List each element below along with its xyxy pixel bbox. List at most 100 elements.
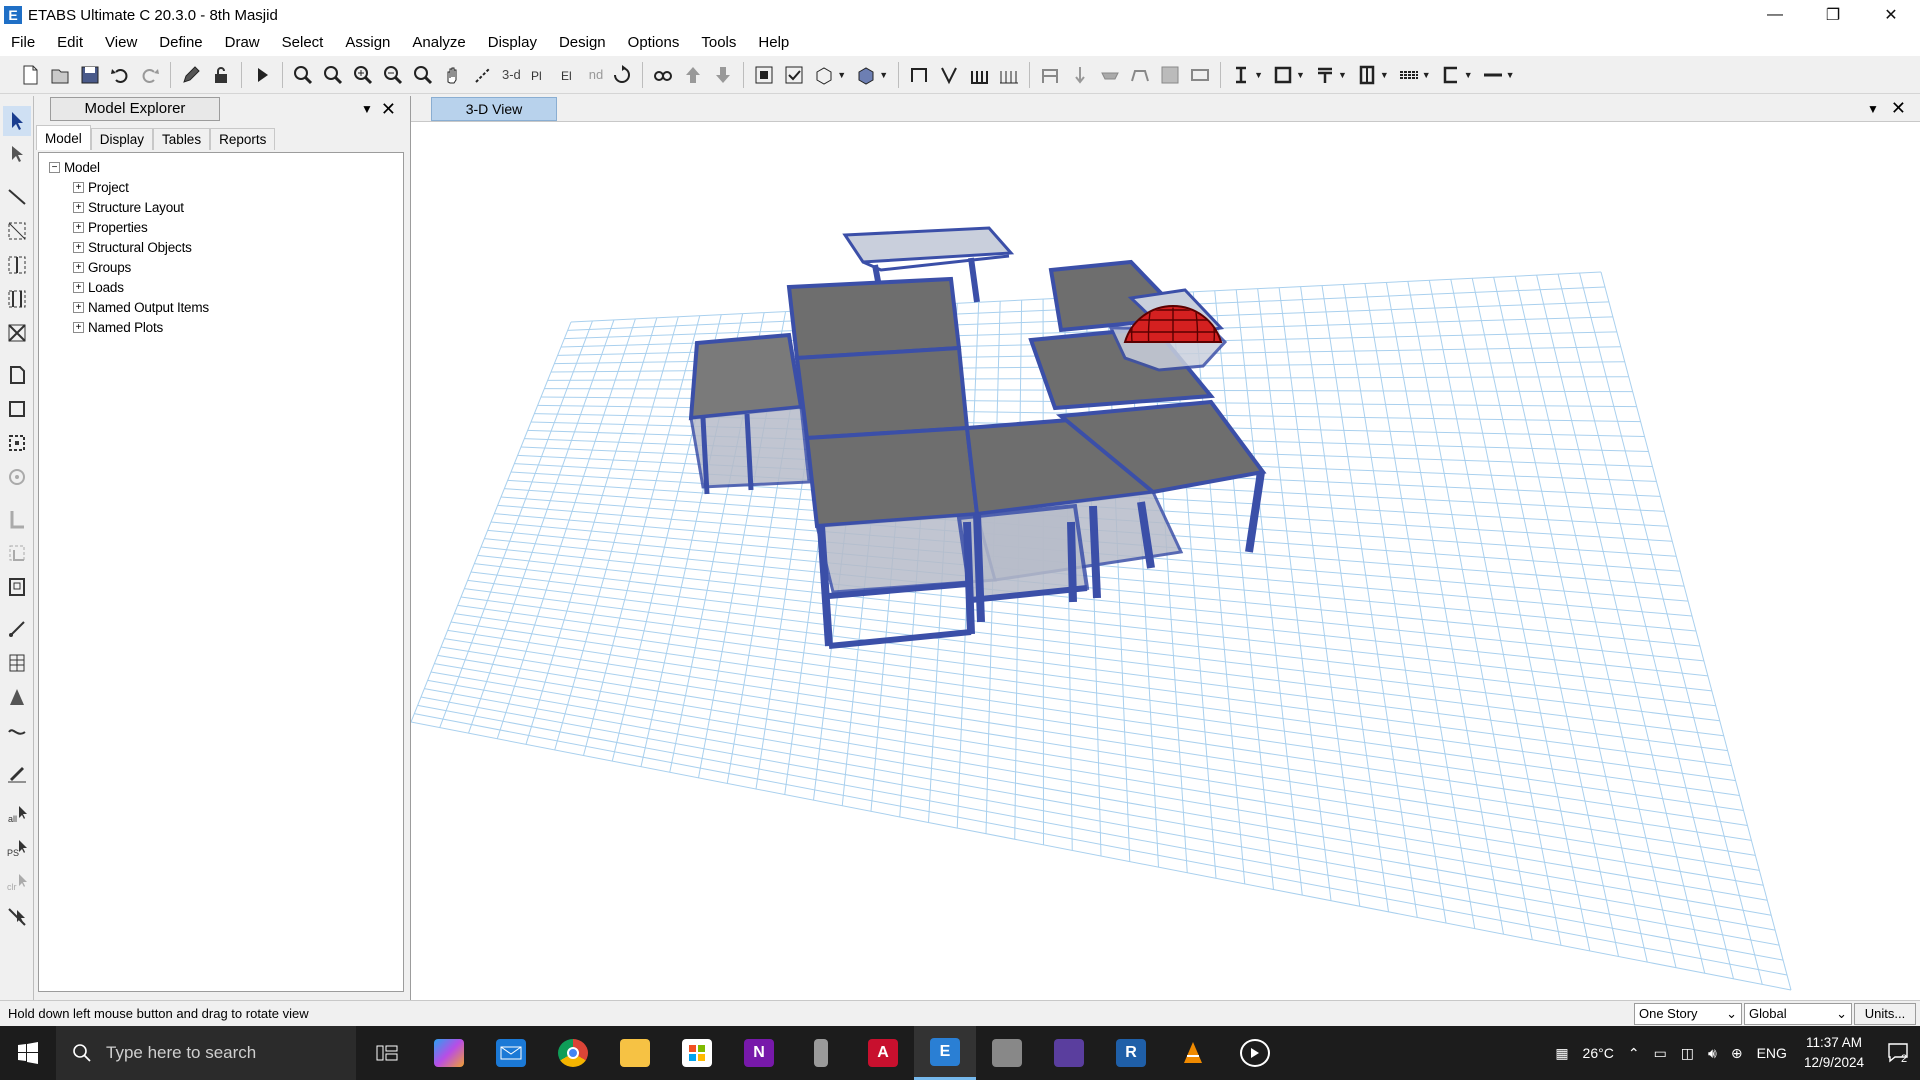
menu-options[interactable]: Options [617, 30, 691, 56]
menu-file[interactable]: File [0, 30, 46, 56]
lock-icon[interactable] [207, 60, 235, 90]
taskbar-app-chrome[interactable] [542, 1026, 604, 1080]
section-column-icon[interactable] [1353, 60, 1381, 90]
minimize-button[interactable]: — [1746, 0, 1804, 30]
chevron-down-icon[interactable]: ▼ [1296, 70, 1305, 80]
select-previous-icon[interactable]: PS [3, 834, 31, 864]
chevron-down-icon[interactable]: ▼ [1506, 70, 1515, 80]
3d-model-canvas[interactable] [411, 122, 1920, 1000]
chevron-down-icon[interactable]: ▼ [837, 70, 846, 80]
expand-icon[interactable]: + [73, 301, 84, 313]
tree-item-properties[interactable]: + Properties [39, 217, 403, 237]
taskbar-app-onenote[interactable]: N [728, 1026, 790, 1080]
object-shrink-icon[interactable] [750, 60, 778, 90]
section-t-icon[interactable] [1311, 60, 1339, 90]
view-menu-chevron-icon[interactable]: ▼ [1867, 102, 1879, 116]
extrude-view-icon[interactable] [810, 60, 838, 90]
draw-circle-icon[interactable] [3, 462, 31, 492]
taskbar-app-revit[interactable]: R [1100, 1026, 1162, 1080]
tree-item-groups[interactable]: + Groups [39, 257, 403, 277]
expand-icon[interactable]: + [73, 281, 84, 293]
view-cube-icon[interactable] [852, 60, 880, 90]
tree-item-named-plots[interactable]: + Named Plots [39, 317, 403, 337]
tab-tables[interactable]: Tables [153, 128, 211, 150]
draw-grid-frame-icon[interactable] [3, 284, 31, 314]
pointer-select-icon[interactable] [2, 106, 31, 136]
taskbar-app-etabs[interactable]: E [914, 1026, 976, 1080]
draw-opening-area-icon[interactable] [3, 572, 31, 602]
taskbar-app-csi-safe[interactable] [976, 1026, 1038, 1080]
units-button[interactable]: Units... [1854, 1002, 1916, 1025]
zoom-fit-icon[interactable] [409, 60, 437, 90]
taskbar-app-file-explorer[interactable] [604, 1026, 666, 1080]
clear-selection-icon[interactable]: clr [3, 868, 31, 898]
quick-draw-wall-icon[interactable] [3, 538, 31, 568]
set-display-options-icon[interactable] [780, 60, 808, 90]
section-plate-icon[interactable] [1479, 60, 1507, 90]
expand-icon[interactable]: + [73, 261, 84, 273]
draw-reference-grid-icon[interactable] [3, 648, 31, 678]
pan-icon[interactable] [439, 60, 467, 90]
open-model-icon[interactable] [46, 60, 74, 90]
section-i-icon[interactable] [1227, 60, 1255, 90]
task-view-button[interactable] [356, 1026, 418, 1080]
clock[interactable]: 11:37 AM 12/9/2024 [1794, 1033, 1874, 1073]
battery-icon[interactable]: ▭ [1647, 1045, 1674, 1062]
tab-3d-view[interactable]: 3-D View [431, 96, 557, 121]
expand-icon[interactable]: + [73, 241, 84, 253]
expand-icon[interactable]: + [73, 201, 84, 213]
chevron-down-icon[interactable]: ▼ [1464, 70, 1473, 80]
draw-wall-area-icon[interactable] [3, 504, 31, 534]
draw-rectangle-area-icon[interactable] [3, 394, 31, 424]
select-all-icon[interactable]: all [3, 800, 31, 830]
save-icon[interactable] [76, 60, 104, 90]
view-3d-button[interactable]: 3-d [499, 67, 524, 82]
zoom-in-icon[interactable] [349, 60, 377, 90]
move-down-story-icon[interactable] [709, 60, 737, 90]
tree-item-project[interactable]: + Project [39, 177, 403, 197]
taskbar-app-sap[interactable] [1038, 1026, 1100, 1080]
taskbar-search-box[interactable]: Type here to search [56, 1026, 356, 1080]
run-analysis-icon[interactable] [248, 60, 276, 90]
draw-column-icon[interactable] [965, 60, 993, 90]
new-model-icon[interactable] [16, 60, 44, 90]
draw-curve-icon[interactable] [3, 716, 31, 746]
menu-assign[interactable]: Assign [334, 30, 401, 56]
taskbar-app-copilot[interactable] [418, 1026, 480, 1080]
chevron-down-icon[interactable]: ▼ [1254, 70, 1263, 80]
menu-display[interactable]: Display [477, 30, 548, 56]
draw-brace-icon[interactable] [935, 60, 963, 90]
section-box-icon[interactable] [1269, 60, 1297, 90]
nd-view-button[interactable]: nd [586, 67, 606, 82]
view-close-icon[interactable]: ✕ [1891, 98, 1906, 119]
tree-item-loads[interactable]: + Loads [39, 277, 403, 297]
coordinate-system-select[interactable]: Global ⌄ [1744, 1002, 1852, 1025]
draw-polygon-area-icon[interactable] [3, 360, 31, 390]
menu-analyze[interactable]: Analyze [401, 30, 476, 56]
tree-item-structure-layout[interactable]: + Structure Layout [39, 197, 403, 217]
menu-help[interactable]: Help [747, 30, 800, 56]
menu-edit[interactable]: Edit [46, 30, 94, 56]
chevron-down-icon[interactable]: ▼ [1338, 70, 1347, 80]
menu-draw[interactable]: Draw [214, 30, 271, 56]
draw-wall-stack-icon[interactable] [1186, 60, 1214, 90]
quick-draw-area-icon[interactable] [3, 428, 31, 458]
draw-link-icon[interactable] [3, 614, 31, 644]
draw-point-load-icon[interactable] [1066, 60, 1094, 90]
perspective-toggle-icon[interactable] [649, 60, 677, 90]
tree-item-named-output-items[interactable]: + Named Output Items [39, 297, 403, 317]
taskbar-app-autocad[interactable]: A [852, 1026, 914, 1080]
meet-icon[interactable]: ◫ [1674, 1045, 1701, 1062]
draw-slab-icon[interactable] [1096, 60, 1124, 90]
zoom-previous-icon[interactable] [319, 60, 347, 90]
language-indicator[interactable]: ENG [1750, 1045, 1794, 1061]
taskbar-app-vlc[interactable] [1162, 1026, 1224, 1080]
rotate-view-icon[interactable] [608, 60, 636, 90]
chevron-down-icon[interactable]: ▼ [1422, 70, 1431, 80]
move-up-story-icon[interactable] [679, 60, 707, 90]
menu-tools[interactable]: Tools [690, 30, 747, 56]
zoom-window-icon[interactable] [289, 60, 317, 90]
weather-icon[interactable]: ▦ [1548, 1045, 1575, 1062]
section-channel-icon[interactable] [1437, 60, 1465, 90]
tab-display[interactable]: Display [90, 128, 154, 150]
